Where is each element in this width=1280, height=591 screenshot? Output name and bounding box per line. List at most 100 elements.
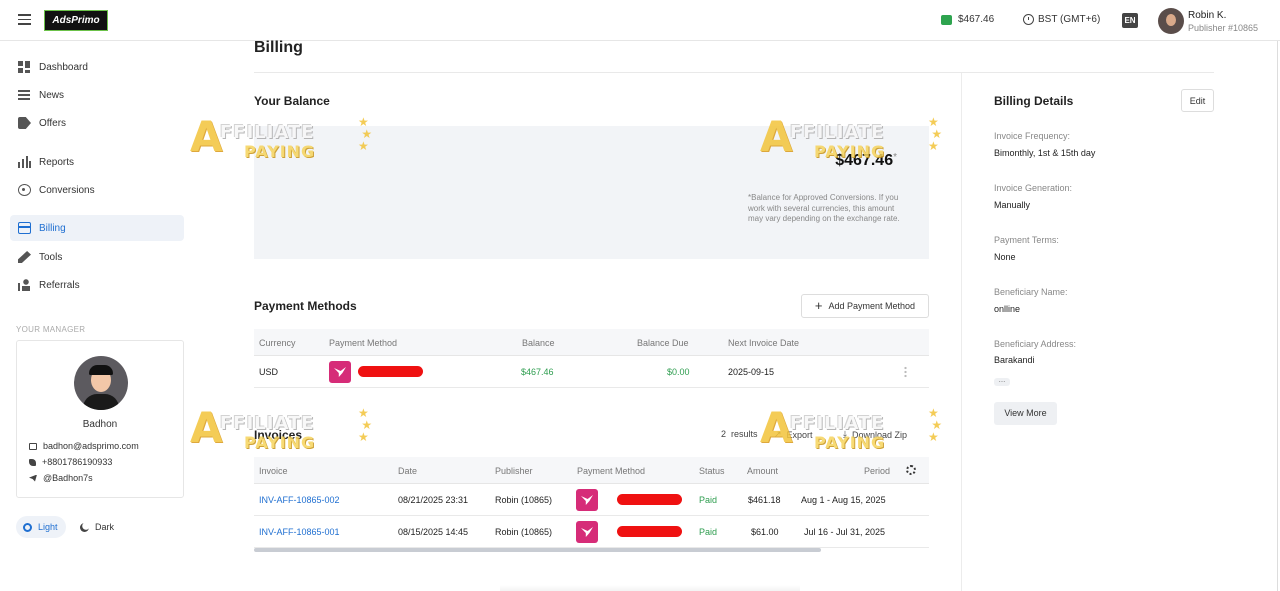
payment-methods-title: Payment Methods (254, 299, 357, 313)
language-selector[interactable]: EN (1122, 13, 1138, 28)
bottom-fade (500, 585, 800, 591)
column-header[interactable]: Publisher (495, 466, 533, 476)
column-header[interactable]: Currency (259, 338, 296, 348)
amount-cell: $61.00 (751, 527, 779, 537)
watermark: A FFILIATE PAYING ★ ★ ★ (760, 403, 960, 465)
add-payment-method-button[interactable]: + Add Payment Method (801, 294, 929, 318)
amount-cell: $461.18 (748, 495, 781, 505)
column-header[interactable]: Next Invoice Date (728, 338, 799, 348)
payment-methods-header: Currency Payment Method Balance Balance … (254, 329, 929, 356)
sidebar-item-conversions[interactable]: Conversions (10, 177, 184, 203)
top-bar: AdsPrimo $467.46 BST (GMT+6) EN Robin K.… (0, 0, 1280, 41)
manager-name: Badhon (82, 419, 118, 430)
column-header[interactable]: Balance Due (637, 338, 689, 348)
manager-telegram-text[interactable]: @Badhon7s (43, 473, 93, 483)
sidebar: Dashboard News Offers Reports Conversion… (0, 41, 200, 591)
detail-value: onlline (994, 304, 1021, 314)
publisher-cell: Robin (10865) (495, 495, 553, 505)
sun-icon (23, 522, 32, 532)
more-options-icon[interactable] (904, 366, 907, 378)
balance-due-cell: $0.00 (667, 367, 690, 377)
invoice-link[interactable]: INV-AFF-10865-001 (259, 527, 340, 537)
detail-value: None (994, 252, 1016, 262)
manager-section-label: YOUR MANAGER (16, 325, 86, 334)
invoice-link[interactable]: INV-AFF-10865-002 (259, 495, 340, 505)
user-name[interactable]: Robin K. (1188, 10, 1226, 21)
user-role: Publisher #10865 (1188, 23, 1259, 33)
watermark-line1: FFILIATE (790, 122, 885, 143)
detail-value: Barakandi (994, 355, 1035, 364)
wallet-icon (941, 14, 952, 25)
sidebar-item-news[interactable]: News (10, 82, 184, 108)
detail-value: Manually (994, 200, 1031, 210)
watermark-line1: FFILIATE (220, 413, 315, 434)
theme-dark-button[interactable]: Dark (80, 516, 114, 538)
column-header[interactable]: Status (699, 466, 725, 476)
view-more-button[interactable]: View More (994, 402, 1057, 425)
credit-card-icon (18, 222, 31, 234)
next-invoice-cell: 2025-09-15 (728, 367, 775, 377)
sidebar-item-referrals[interactable]: Referrals (10, 272, 184, 298)
edit-button[interactable]: Edit (1181, 89, 1214, 112)
star-icon: ★ ★ ★ (358, 406, 373, 444)
detail-label: Payment Terms: (994, 235, 1059, 245)
column-header[interactable]: Date (398, 466, 417, 476)
results-count-label: results (731, 429, 758, 439)
sidebar-item-label: Tools (39, 251, 63, 263)
watermark-line1: FFILIATE (790, 413, 885, 434)
column-header[interactable]: Balance (522, 338, 555, 348)
results-count-number: 2 (721, 429, 727, 439)
add-payment-method-label: Add Payment Method (828, 301, 916, 311)
watermark-letter: A (190, 403, 223, 452)
theme-light-button[interactable]: Light (16, 516, 66, 538)
redacted-account (617, 526, 682, 537)
watermark: A FFILIATE PAYING ★ ★ ★ (760, 112, 960, 174)
hamburger-menu-icon[interactable] (18, 14, 31, 25)
telegram-icon (29, 474, 37, 482)
sidebar-item-label: Billing (39, 222, 66, 234)
sidebar-item-label: Reports (39, 156, 75, 168)
logo[interactable]: AdsPrimo (44, 10, 108, 31)
column-header[interactable]: Invoice (259, 466, 288, 476)
column-settings-gear-icon[interactable] (906, 465, 916, 475)
sidebar-item-billing[interactable]: Billing (10, 215, 184, 241)
user-avatar[interactable] (1158, 8, 1184, 34)
page-title: Billing (254, 39, 303, 56)
column-header[interactable]: Amount (747, 466, 778, 476)
divider (254, 72, 1214, 73)
timezone-indicator[interactable]: BST (GMT+6) (1023, 14, 1100, 25)
status-badge: Paid (699, 495, 718, 505)
sidebar-item-offers[interactable]: Offers (10, 110, 184, 136)
manager-telegram[interactable]: @Badhon7s (29, 473, 93, 483)
table-row[interactable]: INV-AFF-10865-001 08/15/2025 14:45 Robin… (254, 516, 929, 548)
sidebar-item-tools[interactable]: Tools (10, 244, 184, 270)
watermark-letter: A (190, 112, 223, 161)
manager-phone[interactable]: +8801786190933 (29, 457, 112, 467)
horizontal-scrollbar[interactable] (254, 548, 821, 552)
detail-value: Bimonthly, 1st & 15th day (994, 148, 1096, 158)
manager-email[interactable]: badhon@adsprimo.com (29, 441, 139, 451)
date-cell: 08/15/2025 14:45 (398, 527, 469, 537)
currency-cell: USD (259, 367, 279, 377)
theme-dark-label: Dark (95, 522, 115, 532)
table-row[interactable]: USD $467.46 $0.00 2025-09-15 (254, 356, 929, 388)
column-header[interactable]: Payment Method (577, 466, 645, 476)
billing-details-title: Billing Details (994, 94, 1074, 108)
manager-avatar (74, 356, 128, 410)
star-icon: ★ ★ ★ (358, 115, 373, 153)
detail-label: Invoice Generation: (994, 183, 1073, 193)
target-icon (18, 184, 31, 196)
clock-icon (1023, 14, 1034, 25)
balance-note: *Balance for Approved Conversions. If yo… (748, 193, 900, 223)
watermark-line2: PAYING (814, 433, 886, 452)
column-header[interactable]: Payment Method (329, 338, 397, 348)
manager-email-text[interactable]: badhon@adsprimo.com (43, 441, 139, 451)
wrench-icon (18, 251, 31, 263)
column-header[interactable]: Period (864, 466, 890, 476)
expand-ellipsis[interactable]: ... (994, 376, 1010, 386)
sidebar-item-dashboard[interactable]: Dashboard (10, 54, 184, 80)
results-count: 2 results (721, 429, 758, 439)
table-row[interactable]: INV-AFF-10865-002 08/21/2025 23:31 Robin… (254, 484, 929, 516)
manager-phone-text[interactable]: +8801786190933 (42, 457, 112, 467)
sidebar-item-reports[interactable]: Reports (10, 149, 184, 175)
